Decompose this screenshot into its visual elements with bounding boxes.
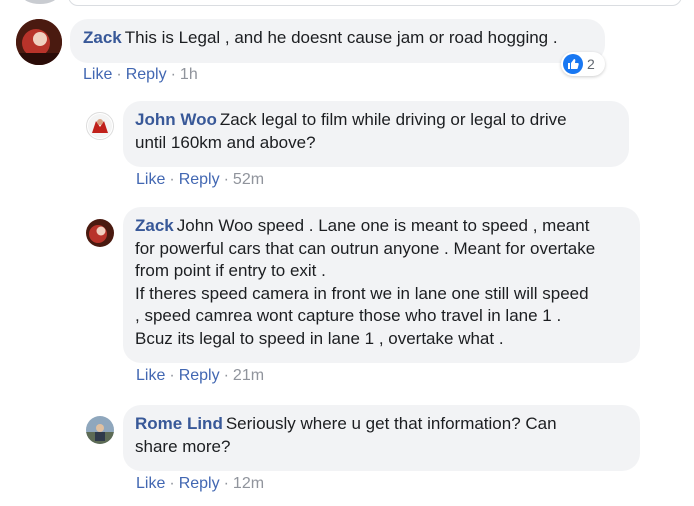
separator-dot: ·: [223, 475, 229, 492]
reply-link[interactable]: Reply: [179, 475, 220, 492]
comment-author[interactable]: Rome Lind: [135, 414, 223, 433]
avatar-image-icon: [86, 416, 114, 444]
like-link[interactable]: Like: [136, 475, 165, 492]
timestamp[interactable]: 12m: [233, 475, 264, 492]
comment-bubble: Rome Lind Seriously where u get that info…: [123, 405, 640, 471]
comment-actions: Like · Reply · 12m: [136, 475, 264, 493]
separator-dot: ·: [169, 475, 175, 492]
comment-rome-lind: Rome Lind Seriously where u get that info…: [0, 0, 694, 506]
avatar[interactable]: [86, 416, 114, 444]
